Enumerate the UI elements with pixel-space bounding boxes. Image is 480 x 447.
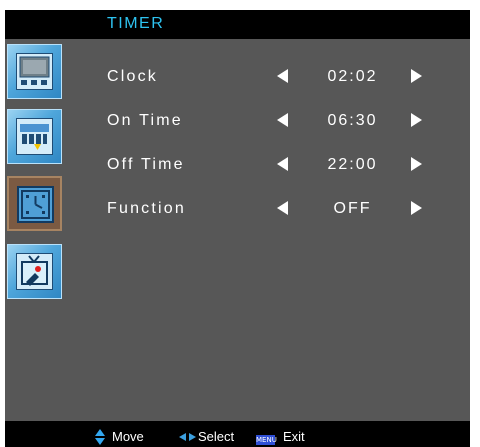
row-value: 02:02 bbox=[327, 68, 378, 85]
right-arrow-icon[interactable] bbox=[411, 69, 422, 83]
setup-icon bbox=[16, 253, 53, 290]
select-label: Select bbox=[198, 429, 235, 444]
row-value: 22:00 bbox=[327, 156, 378, 173]
right-arrow-icon[interactable] bbox=[411, 157, 422, 171]
menu-row-on-time[interactable]: On Time 06:30 bbox=[5, 108, 470, 138]
row-label: On Time bbox=[107, 112, 183, 129]
menu-key-icon: MENU bbox=[256, 435, 277, 445]
menu-row-function[interactable]: Function OFF bbox=[5, 196, 470, 226]
row-label: Off Time bbox=[107, 156, 185, 173]
page-title: TIMER bbox=[107, 15, 165, 32]
sidebar-item-setup[interactable] bbox=[7, 244, 62, 299]
move-label: Move bbox=[112, 429, 144, 444]
row-label: Function bbox=[107, 200, 186, 217]
menu-row-clock[interactable]: Clock 02:02 bbox=[5, 64, 470, 94]
left-arrow-icon[interactable] bbox=[277, 113, 288, 127]
footer-hints: Move Select MENU Exit bbox=[5, 421, 470, 447]
right-arrow-icon[interactable] bbox=[411, 113, 422, 127]
osd-menu: TIMER Clock 02:02 On Time 06:30 Off Time… bbox=[5, 10, 470, 447]
left-right-arrow-icon bbox=[179, 433, 196, 441]
row-value: OFF bbox=[333, 200, 372, 217]
row-value: 06:30 bbox=[327, 112, 378, 129]
up-down-arrow-icon bbox=[95, 429, 105, 445]
exit-label: Exit bbox=[283, 429, 305, 444]
right-arrow-icon[interactable] bbox=[411, 201, 422, 215]
left-arrow-icon[interactable] bbox=[277, 69, 288, 83]
row-label: Clock bbox=[107, 68, 159, 85]
left-arrow-icon[interactable] bbox=[277, 157, 288, 171]
menu-row-off-time[interactable]: Off Time 22:00 bbox=[5, 152, 470, 182]
left-arrow-icon[interactable] bbox=[277, 201, 288, 215]
title-bar: TIMER bbox=[5, 10, 470, 39]
